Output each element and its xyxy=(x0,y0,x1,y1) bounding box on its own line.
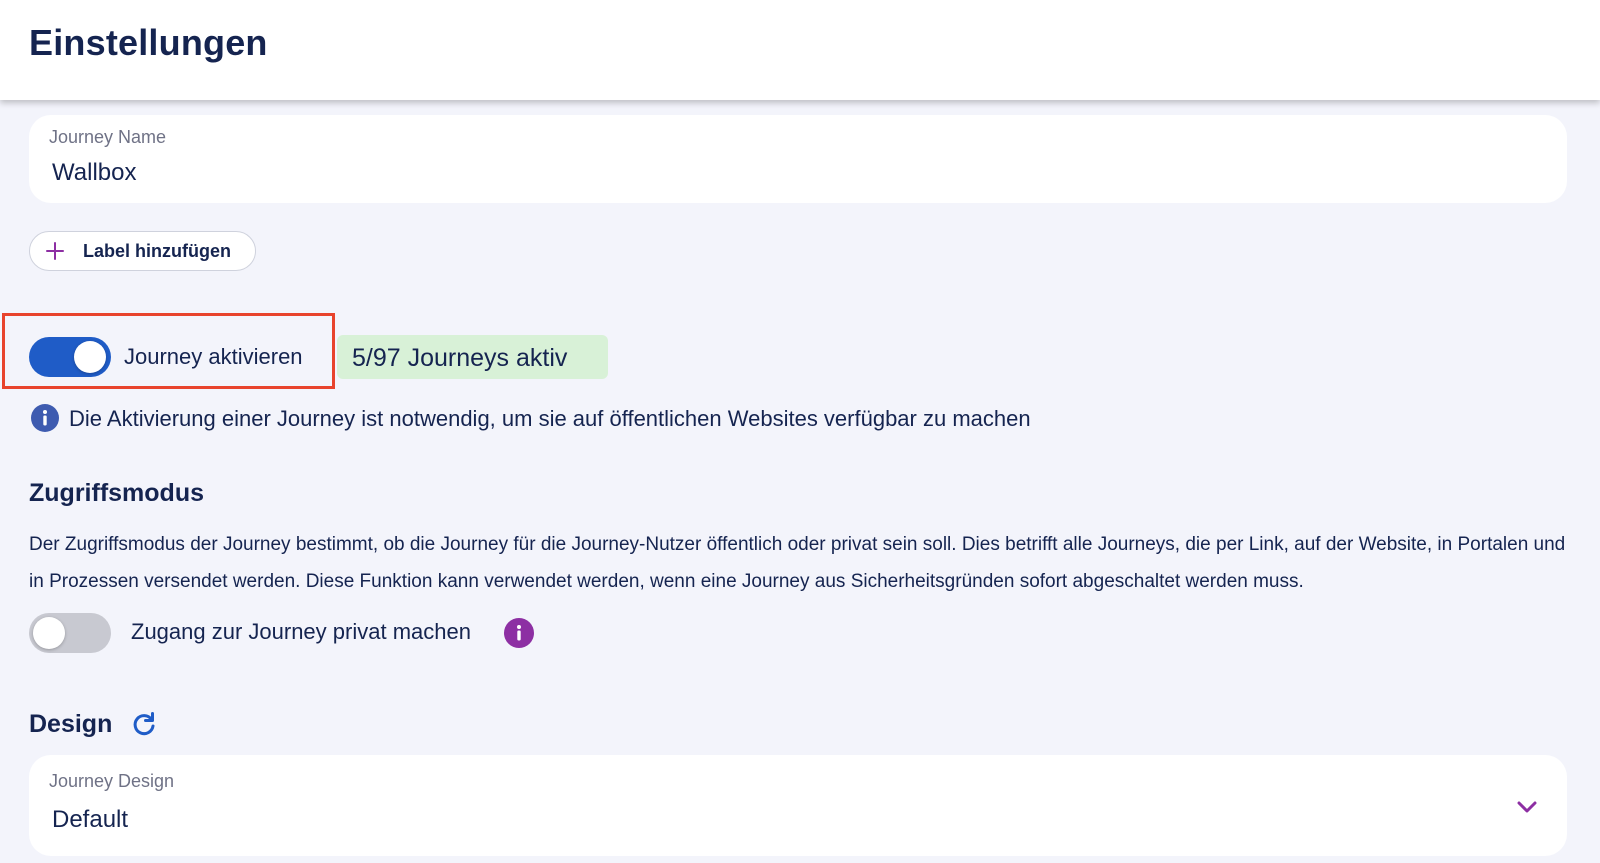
plus-icon xyxy=(46,242,64,260)
activate-journey-toggle[interactable] xyxy=(29,337,111,377)
activate-journey-label: Journey aktivieren xyxy=(124,344,303,369)
journey-design-select[interactable]: Journey Design Default xyxy=(29,755,1567,856)
info-icon[interactable] xyxy=(504,618,534,648)
journey-design-label: Journey Design xyxy=(49,771,175,791)
page-header: Einstellungen xyxy=(0,0,1600,100)
chevron-down-icon[interactable] xyxy=(1515,795,1539,819)
toggle-knob xyxy=(74,341,106,373)
journey-name-label: Journey Name xyxy=(49,127,167,147)
active-journeys-badge: 5/97 Journeys aktiv xyxy=(337,335,608,379)
private-access-label: Zugang zur Journey privat machen xyxy=(131,619,471,644)
info-icon xyxy=(31,404,59,432)
design-heading: Design xyxy=(29,710,113,738)
access-mode-heading: Zugriffsmodus xyxy=(29,479,204,507)
journey-name-field[interactable]: Journey Name Wallbox xyxy=(29,115,1567,203)
add-label-button[interactable]: Label hinzufügen xyxy=(29,231,256,271)
activation-info-text: Die Aktivierung einer Journey ist notwen… xyxy=(69,406,1031,431)
journey-name-value[interactable]: Wallbox xyxy=(52,159,136,187)
refresh-icon[interactable] xyxy=(131,711,157,737)
journey-design-value: Default xyxy=(52,806,129,833)
add-label-button-label: Label hinzufügen xyxy=(83,241,231,261)
toggle-knob xyxy=(33,617,65,649)
access-mode-description: Der Zugriffsmodus der Journey bestimmt, … xyxy=(29,534,1566,592)
page-title: Einstellungen xyxy=(29,22,268,63)
private-access-toggle[interactable] xyxy=(29,613,111,653)
